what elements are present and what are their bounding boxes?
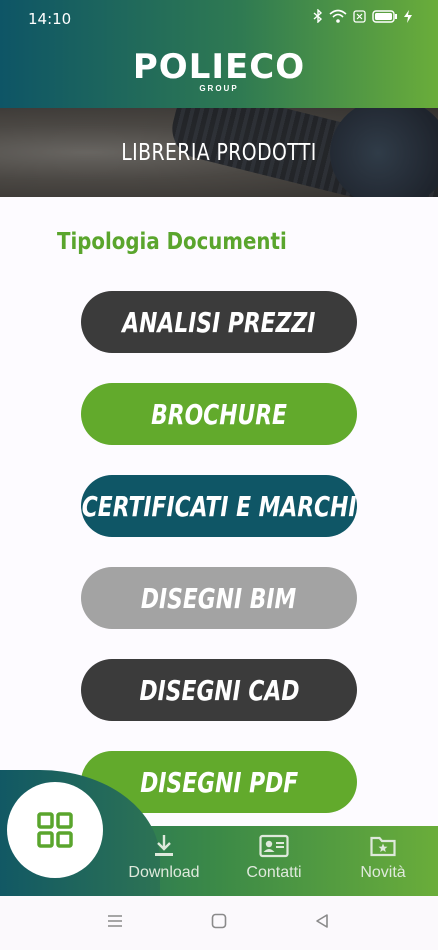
- button-label: DISEGNI CAD: [139, 673, 299, 707]
- system-navigation-bar: [0, 896, 438, 950]
- button-label: DISEGNI PDF: [140, 765, 298, 799]
- status-time: 14:10: [28, 10, 72, 28]
- battery-icon: [372, 9, 397, 23]
- banner-title: LIBRERIA PRODOTTI: [121, 140, 317, 166]
- status-icons: [313, 9, 412, 23]
- grid-icon: [37, 812, 73, 848]
- nav-novita-label: Novità: [360, 864, 406, 881]
- analisi-prezzi-button[interactable]: ANALISI PREZZI: [81, 291, 357, 353]
- certificati-marchi-button[interactable]: CERTIFICATI E MARCHI: [81, 475, 357, 537]
- nav-download-label: Download: [128, 864, 200, 881]
- button-label: ANALISI PREZZI: [122, 305, 316, 339]
- logo-subtext: GROUP: [199, 84, 239, 93]
- folder-star-icon: [370, 836, 396, 857]
- status-bar: 14:10: [0, 0, 438, 38]
- logo-wordmark: POLIECO: [132, 47, 306, 87]
- button-label: CERTIFICATI E MARCHI: [81, 489, 357, 523]
- back-triangle-icon[interactable]: [314, 913, 330, 929]
- brochure-button[interactable]: BROCHURE: [81, 383, 357, 445]
- button-label: DISEGNI BIM: [141, 581, 297, 615]
- disegni-cad-button[interactable]: DISEGNI CAD: [81, 659, 357, 721]
- brand-logo: POLIECO GROUP: [0, 50, 438, 93]
- wifi-icon: [329, 9, 347, 23]
- nav-contatti[interactable]: Contatti: [219, 834, 329, 882]
- disegni-bim-button[interactable]: DISEGNI BIM: [81, 567, 357, 629]
- button-label: BROCHURE: [151, 397, 287, 431]
- download-icon: [155, 835, 173, 856]
- home-grid-button[interactable]: [7, 782, 103, 878]
- contact-card-icon: [259, 834, 289, 858]
- bluetooth-icon: [313, 9, 323, 23]
- product-library-banner: LIBRERIA PRODOTTI: [0, 108, 438, 197]
- nav-download[interactable]: Download: [109, 834, 219, 882]
- nav-contatti-label: Contatti: [246, 864, 302, 881]
- nav-novita[interactable]: Novità: [328, 834, 438, 882]
- app-header: 14:10 POLIECO GROUP: [0, 0, 438, 108]
- charging-icon: [404, 9, 412, 23]
- menu-icon[interactable]: [106, 913, 124, 929]
- section-title: Tipologia Documenti: [57, 229, 287, 255]
- sim-icon: [353, 9, 366, 23]
- home-square-icon[interactable]: [211, 913, 227, 929]
